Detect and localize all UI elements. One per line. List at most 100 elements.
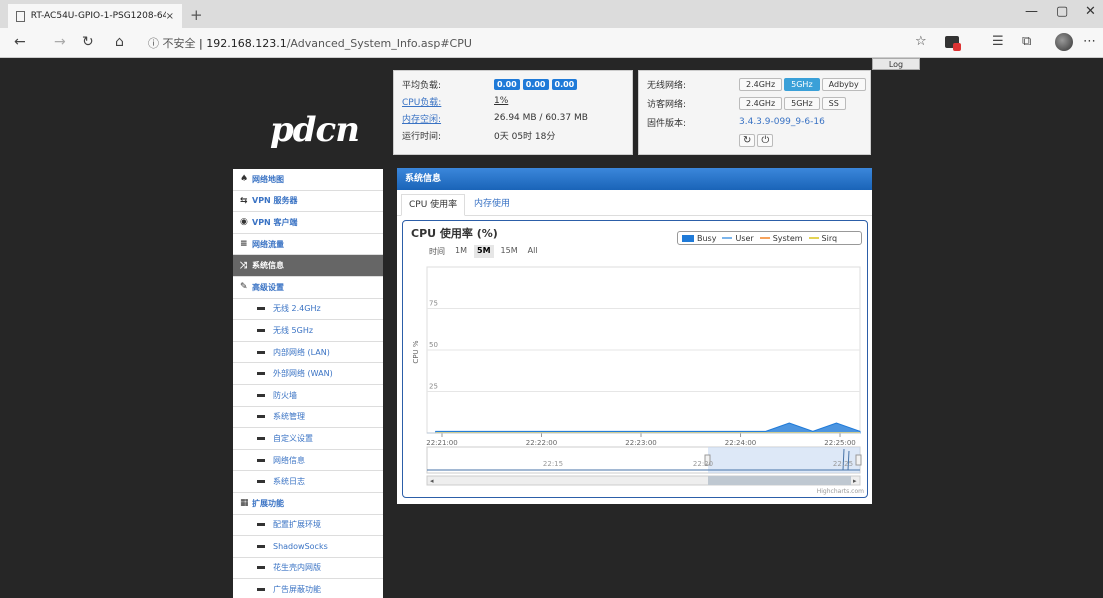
cpu-plot: 25 50 75 CPU % 22:21:00 22:22:00 22:23:00 22:24… bbox=[412, 266, 862, 486]
navigator-tick-label: 22:15 bbox=[543, 460, 563, 468]
cpu-chart: CPU 使用率 (%) 时间 1M 5M 15M All Busy User S… bbox=[402, 220, 868, 498]
sidebar-item-advanced[interactable]: ✎ 高级设置 bbox=[233, 276, 383, 299]
uptime-label: 运行时间: bbox=[402, 131, 442, 142]
more-menu-icon[interactable]: ⋯ bbox=[1083, 34, 1096, 49]
sidebar-item-peanut[interactable]: 花生壳内网版 bbox=[233, 557, 383, 580]
dash-icon bbox=[257, 544, 265, 548]
ss-button[interactable]: SS bbox=[821, 96, 846, 110]
sidebar-item-vpn-client[interactable]: ◉ VPN 客户端 bbox=[233, 212, 383, 234]
adbyby-button[interactable]: Adbyby bbox=[821, 77, 866, 91]
sidebar-item-label: 配置扩展环境 bbox=[273, 520, 321, 530]
browser-tab[interactable]: RT-AC54U-GPIO-1-PSG1208-64l × bbox=[8, 4, 182, 28]
address-field[interactable]: ⓘ 不安全 | 192.168.123.1/Advanced_System_In… bbox=[148, 35, 472, 51]
sidebar-item-system-info[interactable]: ⤨ 系统信息 bbox=[233, 255, 383, 277]
sidebar-item-label: 网络信息 bbox=[273, 455, 305, 465]
wrench-icon: ✎ bbox=[240, 282, 248, 293]
guest-label: 访客网络: bbox=[647, 99, 687, 110]
page-icon bbox=[16, 10, 25, 22]
sidebar-item-network-map[interactable]: ♠ 网络地图 bbox=[233, 169, 383, 191]
dash-icon bbox=[257, 458, 265, 462]
log-button[interactable]: Log bbox=[872, 58, 920, 70]
dash-icon bbox=[257, 372, 265, 376]
sidebar-item-vpn-server[interactable]: ⇆ VPN 服务器 bbox=[233, 190, 383, 213]
guest-row: 访客网络: 2.4GHz 5GHz SS bbox=[647, 96, 848, 110]
shuffle-icon: ⤨ bbox=[240, 260, 248, 271]
wifi-24ghz-button[interactable]: 2.4GHz bbox=[739, 77, 783, 91]
load-label: 平均负载: bbox=[402, 80, 442, 91]
sidebar-item-ext-env[interactable]: 配置扩展环境 bbox=[233, 514, 383, 537]
router-logo[interactable]: pdcn bbox=[270, 110, 360, 150]
new-tab-button[interactable]: + bbox=[190, 6, 203, 24]
memory-row: 内存空闲: 26.94 MB / 60.37 MB bbox=[402, 111, 588, 125]
wifi-5ghz-button[interactable]: 5GHz bbox=[784, 77, 820, 91]
dash-icon bbox=[257, 436, 265, 440]
sidebar-item-custom[interactable]: 自定义设置 bbox=[233, 428, 383, 450]
sidebar-item-firewall[interactable]: 防火墙 bbox=[233, 384, 383, 407]
wireless-status-box: 无线网络: 2.4GHz 5GHz Adbyby 访客网络: 2.4GHz 5G… bbox=[638, 70, 871, 155]
dash-icon bbox=[257, 588, 265, 592]
cpu-load-value: 1% bbox=[494, 96, 509, 106]
dash-icon bbox=[257, 393, 265, 397]
guest-24ghz-button[interactable]: 2.4GHz bbox=[739, 96, 783, 110]
minimize-icon[interactable]: — bbox=[1025, 4, 1038, 19]
refresh-icon[interactable]: ↻ bbox=[82, 34, 94, 50]
sidebar-item-traffic[interactable]: ≡ 网络流量 bbox=[233, 233, 383, 256]
url-host: 192.168.123.1 bbox=[206, 37, 287, 50]
sidebar-item-shadowsocks[interactable]: ShadowSocks bbox=[233, 536, 383, 558]
scrollbar-thumb bbox=[708, 476, 851, 485]
home-browser-icon[interactable]: ⌂ bbox=[115, 34, 124, 50]
scrollbar-left-arrow: ◂ bbox=[430, 477, 434, 485]
sidebar-item-syslog[interactable]: 系统日志 bbox=[233, 471, 383, 493]
refresh-icon[interactable]: ↻ bbox=[739, 133, 756, 147]
guest-5ghz-button[interactable]: 5GHz bbox=[784, 96, 820, 110]
tab-close-icon[interactable]: × bbox=[166, 11, 174, 22]
sidebar-item-label: 无线 2.4GHz bbox=[273, 304, 321, 314]
x-tick-label: 22:22:00 bbox=[526, 439, 557, 447]
url-separator: | bbox=[199, 37, 203, 50]
firmware-version-link[interactable]: 3.4.3.9-099_9-6-16 bbox=[739, 117, 825, 127]
memory-free-link[interactable]: 内存空闲: bbox=[402, 112, 494, 125]
dash-icon bbox=[257, 328, 265, 332]
control-row: ↻ ⏻ bbox=[739, 133, 775, 147]
extension-icon[interactable] bbox=[945, 36, 961, 51]
y-axis-label: CPU % bbox=[412, 340, 420, 363]
firmware-label: 固件版本: bbox=[647, 118, 687, 129]
sidebar-item-wireless-5[interactable]: 无线 5GHz bbox=[233, 320, 383, 342]
cpu-load-link[interactable]: CPU负载: bbox=[402, 95, 494, 108]
sidebar-item-adblock[interactable]: 广告屏蔽功能 bbox=[233, 579, 383, 598]
maximize-icon[interactable]: ▢ bbox=[1056, 4, 1068, 19]
chart-credit[interactable]: Highcharts.com bbox=[817, 488, 864, 495]
favorites-list-icon[interactable]: ☰ bbox=[992, 34, 1004, 49]
profile-avatar[interactable] bbox=[1055, 33, 1073, 51]
sidebar-item-wireless-24[interactable]: 无线 2.4GHz bbox=[233, 298, 383, 321]
address-bar-row: ← → ↻ ⌂ ⓘ 不安全 | 192.168.123.1/Advanced_S… bbox=[0, 28, 1103, 58]
panel-tabs: CPU 使用率 内存使用 bbox=[397, 190, 872, 216]
sidebar-item-label: ShadowSocks bbox=[273, 541, 328, 551]
tab-cpu-usage[interactable]: CPU 使用率 bbox=[401, 194, 466, 216]
sidebar-item-label: 系统管理 bbox=[273, 412, 305, 422]
power-icon[interactable]: ⏻ bbox=[757, 133, 774, 147]
sidebar-item-label: VPN 服务器 bbox=[252, 196, 298, 206]
sidebar-item-extensions[interactable]: ▦ 扩展功能 bbox=[233, 492, 383, 515]
scrollbar-right-arrow: ▸ bbox=[853, 477, 857, 485]
x-tick-label: 22:21:00 bbox=[426, 439, 457, 447]
sidebar-item-netinfo[interactable]: 网络信息 bbox=[233, 449, 383, 472]
home-icon: ♠ bbox=[240, 174, 249, 185]
sidebar-item-admin[interactable]: 系统管理 bbox=[233, 406, 383, 429]
y-tick-label: 50 bbox=[429, 341, 438, 349]
system-status-box: 平均负载: 0.00 0.00 0.00 CPU负载: 1% 内存空闲: 26.… bbox=[393, 70, 633, 155]
sidebar-item-label: 扩展功能 bbox=[252, 498, 284, 508]
sidebar-item-lan[interactable]: 内部网络 (LAN) bbox=[233, 341, 383, 364]
sidebar-item-label: 系统日志 bbox=[273, 477, 305, 487]
x-tick-label: 22:24:00 bbox=[725, 439, 756, 447]
favorite-star-icon[interactable]: ☆ bbox=[915, 34, 927, 49]
back-icon[interactable]: ← bbox=[14, 34, 26, 50]
forward-icon[interactable]: → bbox=[54, 34, 66, 50]
sidebar-item-wan[interactable]: 外部网络 (WAN) bbox=[233, 363, 383, 385]
globe-icon: ◉ bbox=[240, 217, 248, 228]
security-indicator[interactable]: ⓘ 不安全 bbox=[148, 37, 196, 50]
collections-icon[interactable]: ⧉ bbox=[1022, 34, 1031, 49]
navigator-tick-label: 22:25 bbox=[833, 460, 853, 468]
window-close-icon[interactable]: ✕ bbox=[1085, 4, 1096, 19]
tab-memory-usage[interactable]: 内存使用 bbox=[467, 194, 517, 216]
